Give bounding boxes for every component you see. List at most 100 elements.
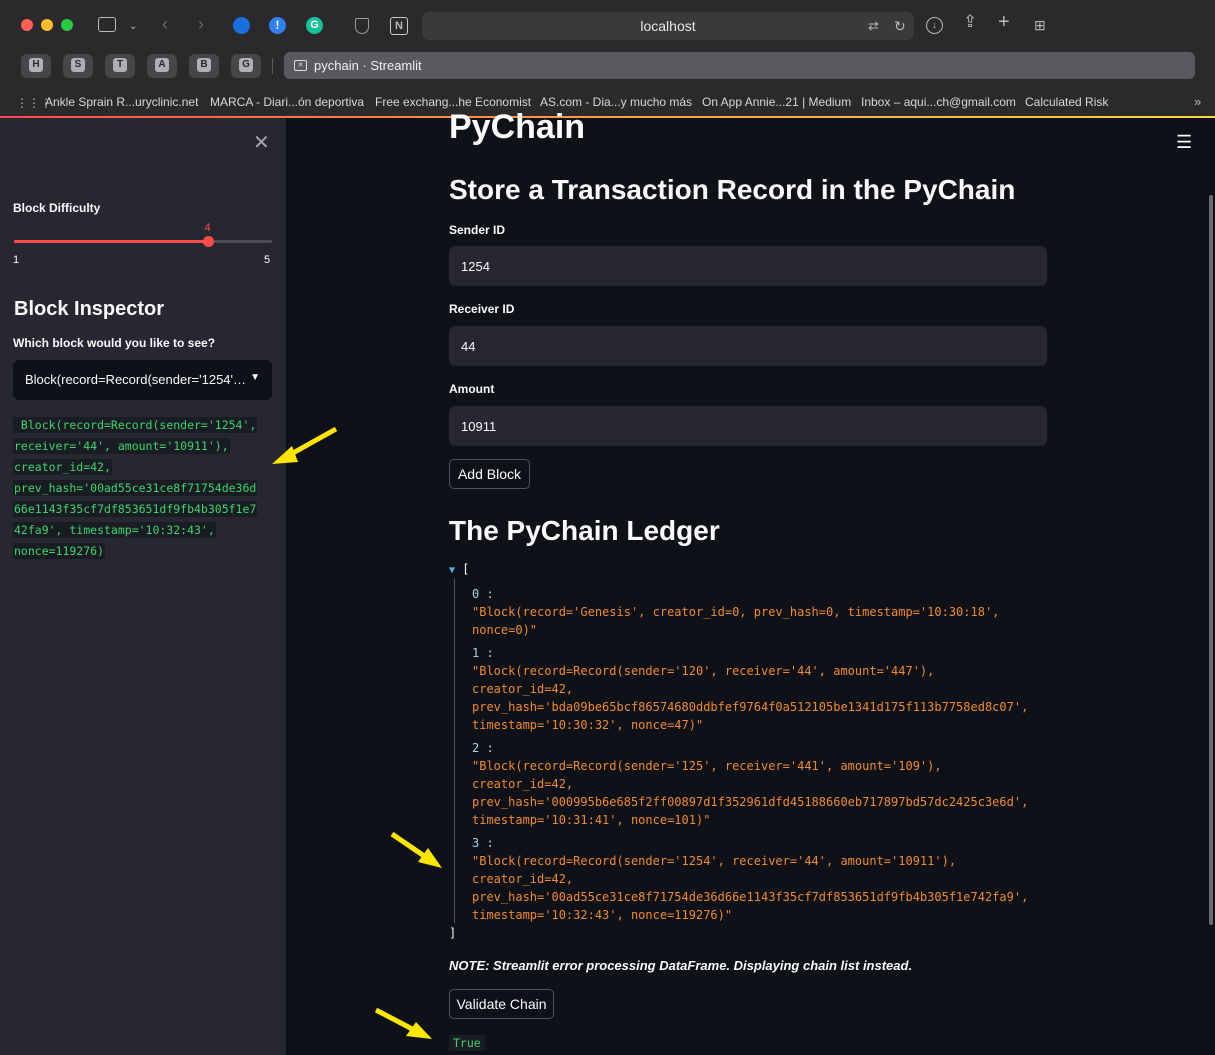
select-label: Which block would you like to see? (13, 336, 216, 350)
bookmark-item[interactable]: On App Annie...21 | Medium (702, 95, 851, 109)
page-scrollbar[interactable] (1209, 195, 1213, 925)
tab-close-icon[interactable]: ✕ (294, 60, 307, 71)
pinned-tab-a[interactable]: A (147, 54, 177, 78)
password-extension-icon[interactable] (233, 17, 250, 34)
close-window-button[interactable] (21, 19, 33, 31)
hamburger-menu-icon[interactable]: ☰ (1176, 132, 1192, 153)
url-text: localhost (640, 18, 696, 34)
sidebar-toggle-icon[interactable] (98, 17, 116, 32)
bookmark-item[interactable]: AS.com - Dia...y mucho más (540, 95, 692, 109)
share-icon[interactable]: ⇪ (963, 13, 977, 30)
code-line: nonce=119276) (13, 543, 106, 559)
tab-pychain[interactable]: ✕ pychain · Streamlit (284, 52, 1195, 79)
minimize-window-button[interactable] (41, 19, 53, 31)
pinned-tab-h[interactable]: H (21, 54, 51, 78)
slider-thumb[interactable] (202, 236, 214, 247)
ledger-line: "Block(record='Genesis', creator_id=0, p… (472, 605, 1000, 619)
ledger-index: 2 : (472, 741, 494, 755)
sender-id-input[interactable]: 1254 (449, 246, 1047, 286)
ledger-line: creator_id=42, (472, 682, 574, 696)
bookmark-item[interactable]: Inbox – aqui...ch@gmail.com (861, 95, 1016, 109)
ledger-entry: 3 : "Block(record=Record(sender='1254', r… (472, 834, 1149, 924)
amount-label: Amount (449, 382, 495, 396)
bookmark-item[interactable]: Calculated Risk (1025, 95, 1108, 109)
bookmark-item[interactable]: MARCA - Diari...ón deportiva (210, 95, 364, 109)
tab-title: pychain · Streamlit (314, 58, 422, 73)
form-heading: Store a Transaction Record in the PyChai… (449, 174, 1016, 205)
more-bookmarks-icon[interactable]: » (1194, 94, 1201, 110)
ledger-heading: The PyChain Ledger (449, 515, 720, 546)
notion-icon[interactable]: N (390, 17, 408, 35)
bookmark-item[interactable]: Free exchang...he Economist (375, 95, 531, 109)
pinned-tab-s[interactable]: S (63, 54, 93, 78)
tab-overview-icon[interactable]: ⊞ (1034, 17, 1046, 33)
ledger-line: prev_hash='000995b6e685f2ff00897d1f35296… (472, 795, 1029, 809)
download-icon[interactable]: ↓ (926, 17, 943, 34)
bookmark-item[interactable]: Ankle Sprain R...uryclinic.net (45, 95, 198, 109)
pinned-tab-label: S (71, 58, 85, 72)
dataframe-error-note: NOTE: Streamlit error processing DataFra… (449, 958, 913, 973)
amount-value: 10911 (461, 419, 497, 434)
pinned-tab-g[interactable]: G (231, 54, 261, 78)
page-title: PyChain (449, 108, 586, 146)
ledger-index: 1 : (472, 646, 494, 660)
add-block-button[interactable]: Add Block (449, 459, 530, 489)
close-sidebar-icon[interactable]: ✕ (253, 130, 270, 155)
translate-icon[interactable]: ⇄ (868, 18, 879, 34)
grammarly-icon[interactable]: G (306, 17, 323, 34)
ledger-index: 3 : (472, 836, 494, 850)
forward-icon[interactable]: › (198, 15, 204, 33)
pinned-tab-label: B (197, 58, 211, 72)
pinned-tab-t[interactable]: T (105, 54, 135, 78)
json-indent-line (454, 578, 455, 923)
difficulty-slider[interactable]: 4 (14, 222, 272, 247)
code-line: 66e1143f35cf7df853651df9fb4b305f1e7 (13, 501, 258, 517)
address-bar[interactable]: localhost ⇄ ↻ (422, 12, 914, 40)
ledger-line: "Block(record=Record(sender='125', recei… (472, 759, 942, 773)
amount-input[interactable]: 10911 (449, 406, 1047, 446)
ledger-entry: 1 : "Block(record=Record(sender='120', re… (472, 644, 1149, 734)
reload-icon[interactable]: ↻ (894, 18, 906, 34)
sender-label: Sender ID (449, 223, 506, 237)
browser-chrome: ⌄ ‹ › ! G N localhost ⇄ ↻ ↓ ⇪ + ⊞ H S T … (0, 0, 1215, 116)
maximize-window-button[interactable] (61, 19, 73, 31)
title-bar: ⌄ ‹ › ! G N localhost ⇄ ↻ ↓ ⇪ + ⊞ (0, 0, 1215, 52)
annotation-arrow (272, 426, 338, 464)
close-bracket: ] (449, 926, 457, 940)
tab-divider (272, 58, 273, 74)
shield-icon[interactable] (355, 18, 369, 34)
open-bracket: [ (462, 562, 470, 576)
ledger-line: timestamp='10:32:43', nonce=119276)" (472, 908, 733, 922)
pinned-tab-label: G (239, 58, 253, 72)
receiver-id-input[interactable]: 44 (449, 326, 1047, 366)
alert-extension-icon[interactable]: ! (269, 17, 286, 34)
ledger-entry: 0 : "Block(record='Genesis', creator_id=0… (472, 585, 1149, 639)
block-detail-code: Block(record=Record(sender='1254', receiv… (13, 415, 271, 562)
pinned-tab-b[interactable]: B (189, 54, 219, 78)
ledger-line: "Block(record=Record(sender='120', recei… (472, 664, 935, 678)
code-line: Block(record=Record(sender='1254', (13, 417, 258, 433)
code-line: receiver='44', amount='10911'), (13, 438, 230, 454)
block-inspector-heading: Block Inspector (14, 298, 165, 320)
slider-fill (14, 240, 208, 243)
new-tab-icon[interactable]: + (998, 12, 1010, 32)
pinned-tab-label: H (29, 58, 43, 72)
chevron-down-icon: ▼ (250, 372, 260, 383)
sender-id-value: 1254 (461, 259, 490, 274)
code-line: prev_hash='00ad55ce31ce8f71754de36d (13, 480, 258, 496)
validate-chain-button[interactable]: Validate Chain (449, 989, 554, 1019)
chevron-down-icon[interactable]: ⌄ (129, 19, 137, 35)
ledger-entry: 2 : "Block(record=Record(sender='125', re… (472, 739, 1149, 829)
ledger-open[interactable]: ▼ [ (449, 560, 1149, 580)
ledger-index: 0 : (472, 587, 494, 601)
tab-row: H S T A B G ✕ pychain · Streamlit (0, 52, 1215, 82)
ledger-line: prev_hash='00ad55ce31ce8f71754de36d66e11… (472, 890, 1029, 904)
block-select[interactable]: Block(record=Record(sender='1254', recei… (13, 360, 272, 400)
pinned-tab-label: A (155, 58, 169, 72)
ledger-line: nonce=0)" (472, 623, 538, 637)
collapse-triangle-icon[interactable]: ▼ (449, 565, 455, 576)
slider-label: Block Difficulty (13, 201, 101, 215)
slider-min-label: 1 (13, 254, 20, 266)
back-icon[interactable]: ‹ (162, 15, 168, 33)
slider-max-label: 5 (264, 254, 271, 266)
